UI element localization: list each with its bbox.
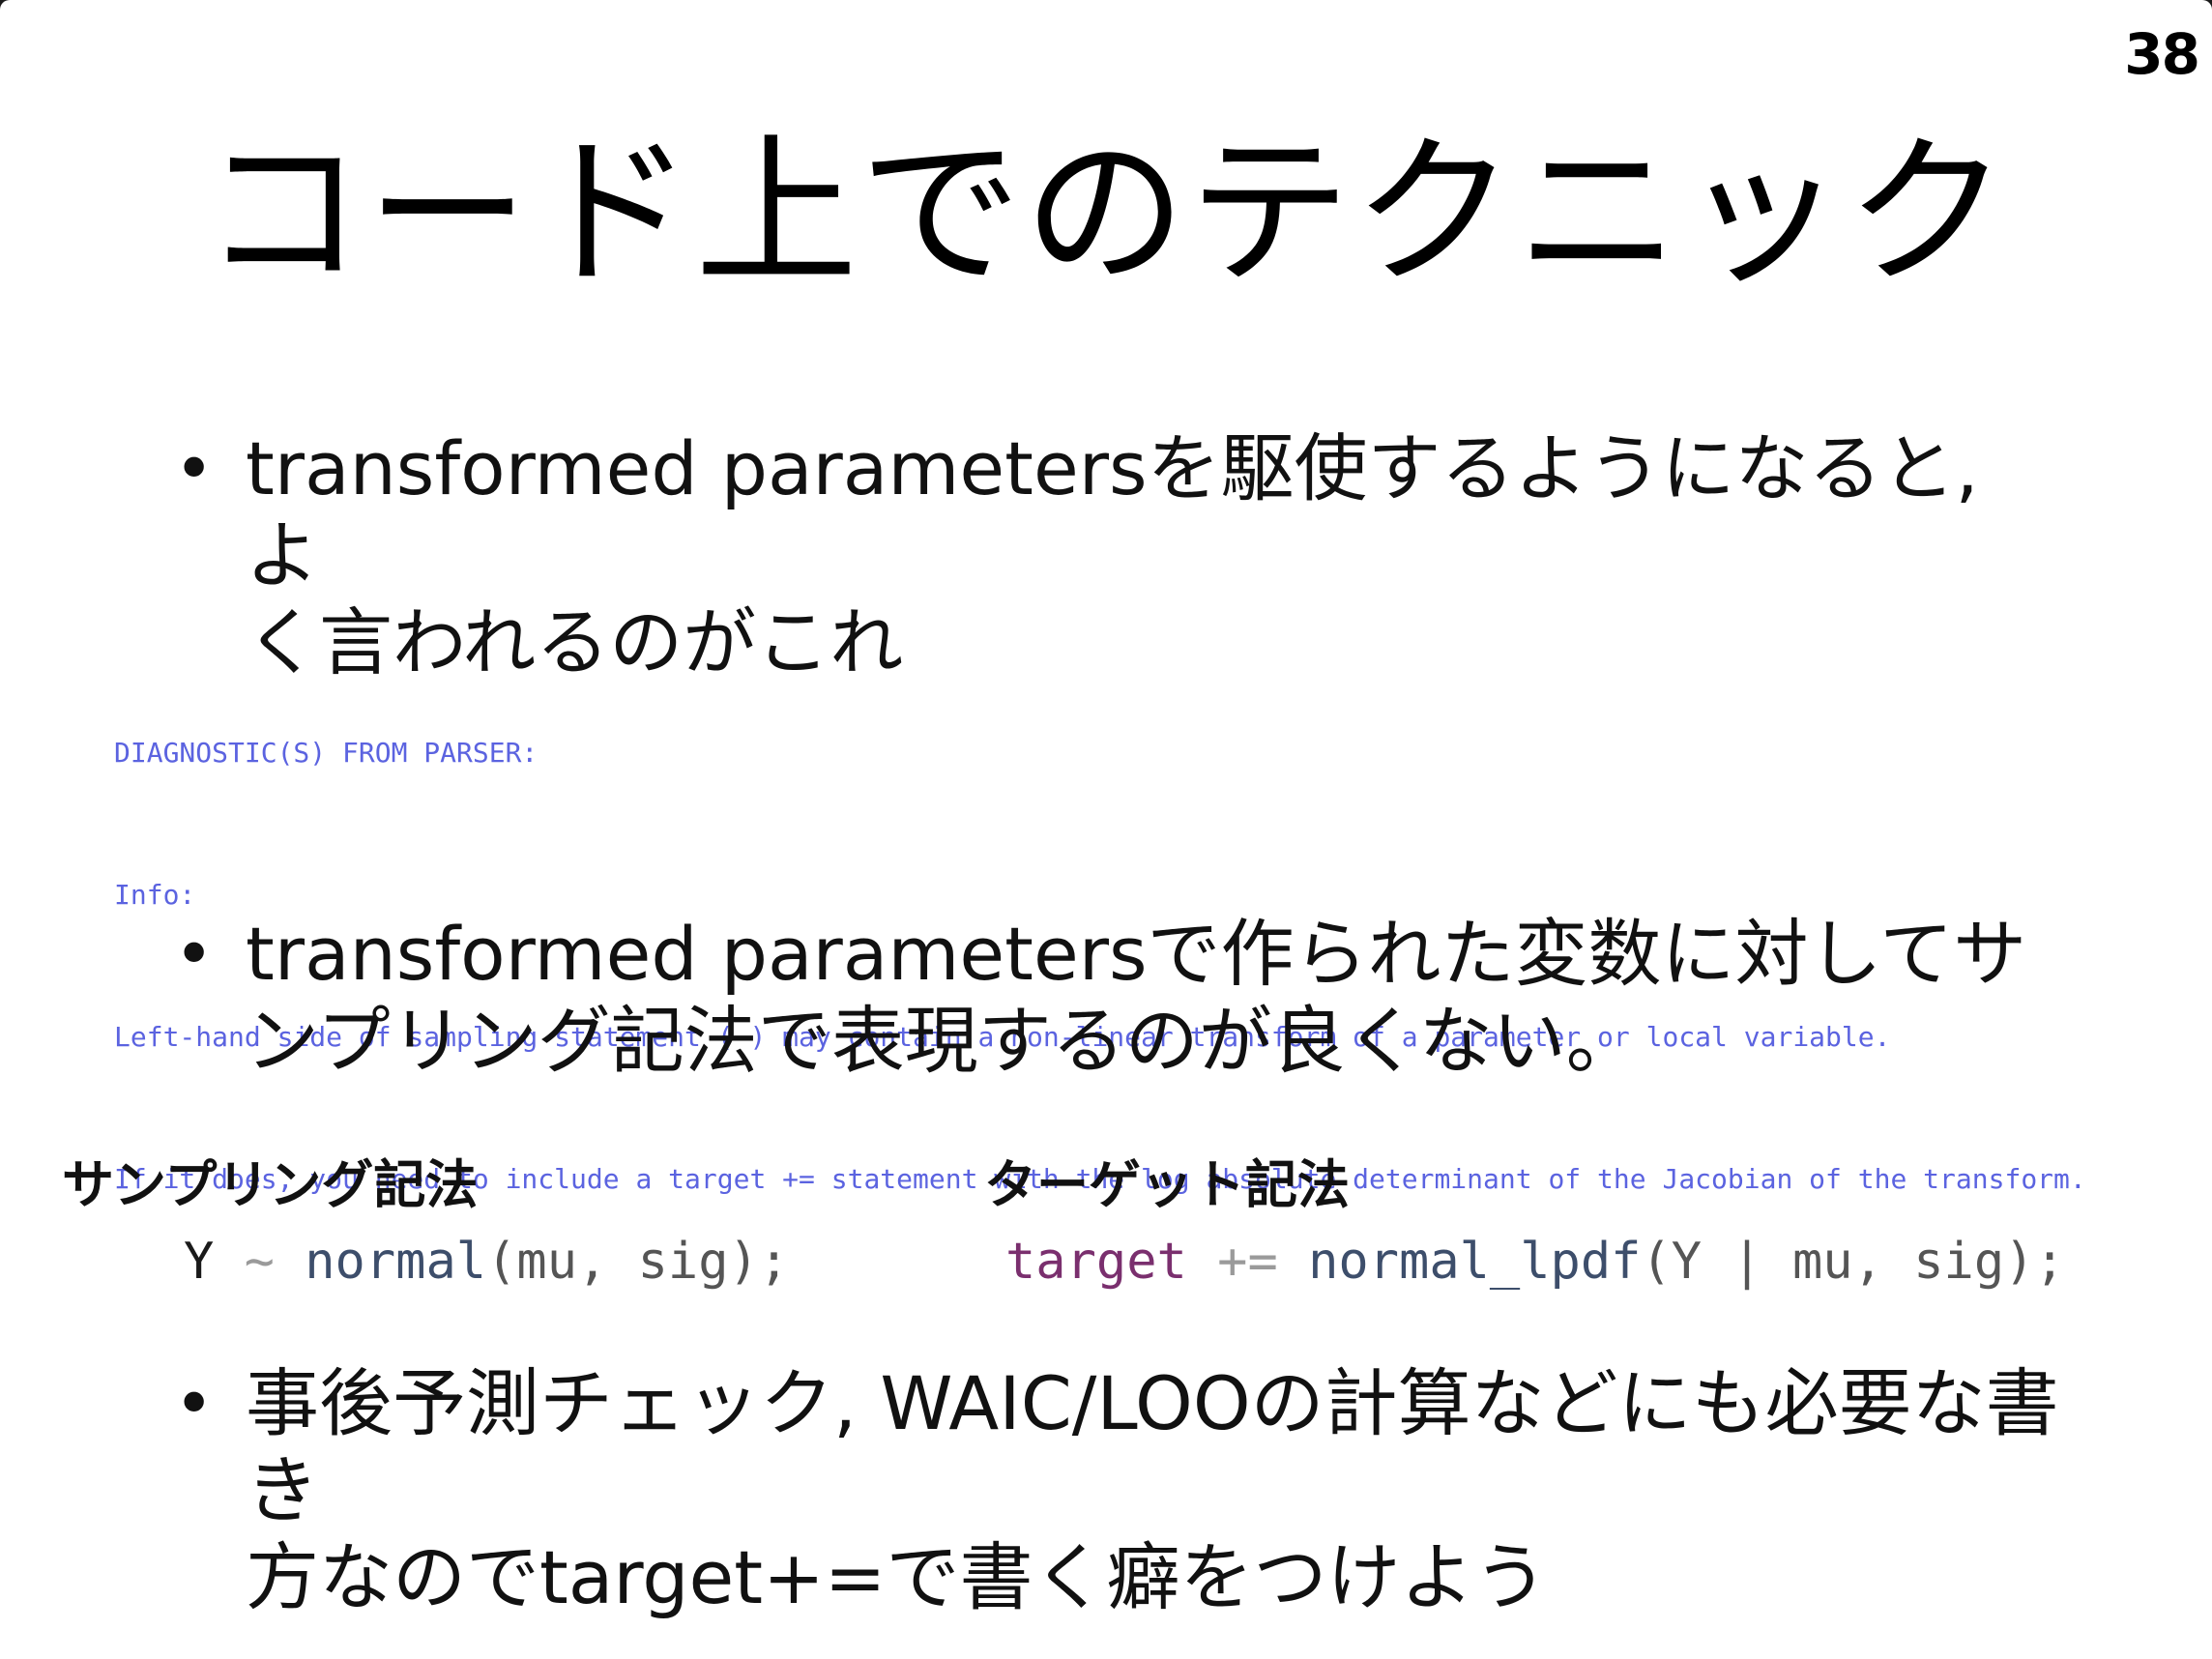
target-notation-label: ターゲット記法 bbox=[984, 1154, 1350, 1215]
sampling-notation-label: サンプリング記法 bbox=[62, 1154, 479, 1215]
slide-title: コード上でのテクニック bbox=[202, 118, 2010, 307]
code-keyword: target bbox=[1005, 1233, 1187, 1291]
target-notation-code: target += normal_lpdf(Y | mu, sig); bbox=[1005, 1228, 2065, 1295]
bullet-text: transformed parametersで作られた変数に対してサ ンプリング… bbox=[246, 911, 2027, 1084]
diagnostic-line: DIAGNOSTIC(S) FROM PARSER: bbox=[114, 737, 538, 769]
bullet-marker: • bbox=[174, 1364, 215, 1443]
bullet-marker: • bbox=[174, 429, 215, 509]
page-number: 38 bbox=[2124, 21, 2200, 87]
code-function: normal bbox=[305, 1233, 487, 1291]
code-operator: += bbox=[1217, 1233, 1278, 1291]
code-arguments: (Y | mu, sig); bbox=[1641, 1233, 2065, 1291]
code-variable: Y bbox=[184, 1233, 215, 1291]
bullet-text: 事後予測チェック, WAIC/LOOの計算などにも必要な書き 方なのでtarge… bbox=[246, 1360, 2059, 1620]
code-function: normal_lpdf bbox=[1308, 1233, 1642, 1291]
code-operator: ~ bbox=[244, 1233, 275, 1291]
bullet-marker: • bbox=[174, 915, 215, 994]
sampling-notation-code: Y ~ normal(mu, sig); bbox=[184, 1228, 789, 1295]
code-arguments: (mu, sig); bbox=[486, 1233, 790, 1291]
slide: 38 コード上でのテクニック • transformed parametersを… bbox=[0, 0, 2212, 1659]
